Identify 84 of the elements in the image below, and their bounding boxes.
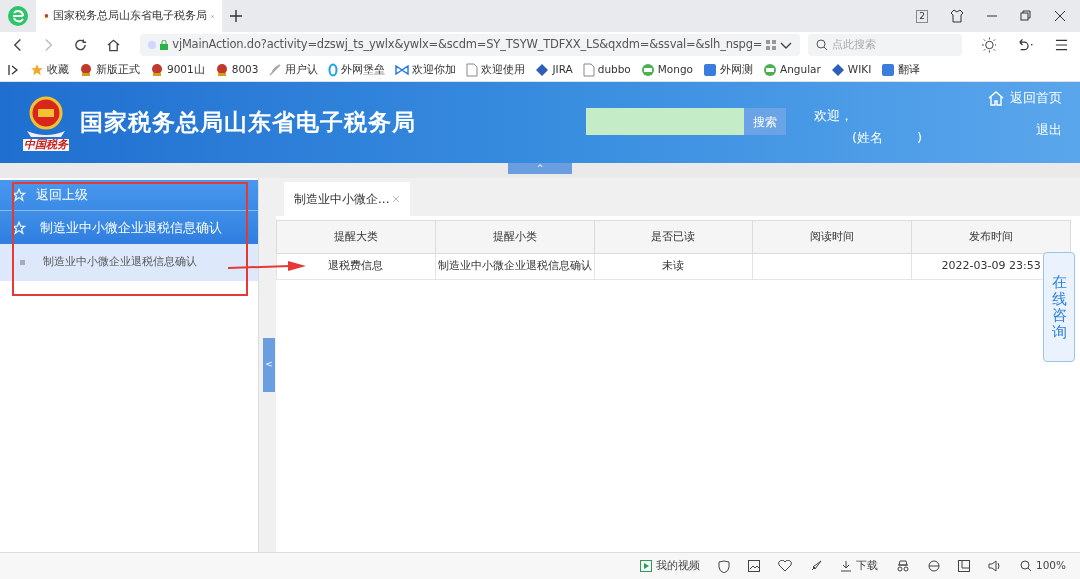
play-icon bbox=[639, 560, 652, 572]
table-cell: 制造业中小微企业退税信息确认 bbox=[437, 259, 592, 273]
bookmark-item[interactable]: Mongo bbox=[640, 61, 694, 78]
search-icon bbox=[1019, 560, 1032, 572]
zoom-button[interactable]: 100% bbox=[1019, 558, 1066, 574]
sidebar-item-label: 制造业中小微企业退税信息确认 bbox=[40, 218, 222, 237]
bookmark-item[interactable]: WIKI bbox=[830, 61, 872, 78]
content-tab[interactable]: 制造业中小微企... bbox=[284, 182, 411, 216]
search-icon bbox=[816, 39, 829, 51]
diamond-icon bbox=[535, 62, 550, 77]
column-header: 提醒小类 bbox=[435, 220, 595, 254]
heart-icon[interactable] bbox=[777, 560, 792, 572]
sidebar-item[interactable]: 制造业中小微企业退税信息确认 bbox=[0, 244, 258, 281]
star-icon bbox=[12, 220, 26, 235]
logo-caption: 中国税务 bbox=[23, 138, 69, 151]
bullet-icon bbox=[20, 260, 25, 265]
table-cell: 2022-03-09 23:53 bbox=[941, 259, 1041, 273]
star-icon bbox=[30, 62, 44, 77]
bowtie-icon bbox=[395, 62, 410, 77]
bookmark-item[interactable]: 新版正式 bbox=[79, 61, 140, 78]
reload-icon[interactable] bbox=[74, 38, 88, 52]
page-icon bbox=[466, 62, 479, 77]
diamond-icon bbox=[830, 62, 845, 77]
shirt-icon[interactable] bbox=[950, 9, 964, 23]
bookmark-item[interactable]: 9001山 bbox=[150, 61, 205, 78]
download-button[interactable]: 下载 bbox=[839, 558, 878, 574]
emblem-icon bbox=[79, 62, 93, 77]
column-header: 是否已读 bbox=[594, 220, 753, 254]
bookmark-item[interactable]: dubbo bbox=[582, 61, 631, 78]
qr-icon[interactable] bbox=[766, 40, 777, 50]
browser-icon[interactable] bbox=[927, 560, 940, 572]
speaker-icon[interactable] bbox=[987, 560, 1002, 572]
page-icon bbox=[582, 62, 595, 77]
feather-icon bbox=[268, 62, 283, 77]
column-header: 阅读时间 bbox=[752, 220, 912, 254]
browser-logo-icon bbox=[7, 5, 29, 27]
column-header: 提醒大类 bbox=[276, 220, 436, 254]
square-icon bbox=[881, 62, 896, 77]
bookmark-item[interactable]: 欢迎使用 bbox=[466, 61, 526, 78]
home-icon bbox=[988, 89, 1004, 106]
bookmark-item[interactable]: 用户认 bbox=[268, 61, 319, 78]
video-button[interactable]: 我的视频 bbox=[639, 558, 700, 574]
shield-icon[interactable] bbox=[717, 559, 730, 573]
sidebar-item[interactable]: 制造业中小微企业退税信息确认 bbox=[0, 211, 258, 244]
search-field[interactable] bbox=[586, 108, 744, 135]
welcome-text: 欢迎， bbox=[814, 107, 854, 125]
bookmark-item[interactable]: JIRA bbox=[535, 61, 573, 78]
bookmark-item[interactable]: 外网测 bbox=[703, 61, 754, 78]
incognito-icon[interactable] bbox=[895, 560, 910, 572]
emblem-icon bbox=[214, 62, 229, 77]
browser-tab[interactable]: 国家税务总局山东省电子税务局 bbox=[36, 0, 222, 32]
bookmark-item[interactable]: 欢迎你加 bbox=[395, 61, 457, 78]
address-field[interactable]: vjMainAction.do?activity=dzswj_ts_ywlx&ywlx=&scdm=SY_TSYW_TDFXX_LS&qxdm=&ssval=&slh_nspg= bbox=[140, 34, 801, 56]
rocket-icon[interactable] bbox=[809, 560, 822, 572]
home-icon[interactable] bbox=[107, 38, 121, 52]
ring-icon bbox=[328, 62, 339, 77]
restore-icon[interactable] bbox=[1020, 10, 1032, 22]
site-icon bbox=[148, 41, 157, 49]
brightness-icon[interactable] bbox=[981, 37, 997, 53]
star-icon bbox=[12, 188, 26, 202]
sidebar-item-label: 制造业中小微企业退税信息确认 bbox=[43, 254, 197, 271]
consult-button[interactable]: 在线咨询 bbox=[1043, 252, 1075, 362]
sidebar-item-label: 返回上级 bbox=[36, 186, 88, 205]
sidebar-toggle-icon[interactable] bbox=[8, 63, 20, 76]
bookmark-item[interactable]: 收藏 bbox=[30, 61, 69, 78]
bookmark-item[interactable]: 外网堡垒 bbox=[328, 61, 386, 78]
user-name-label: (姓名 bbox=[852, 128, 884, 147]
emblem-icon bbox=[150, 62, 164, 77]
menu-icon[interactable] bbox=[1055, 39, 1069, 51]
site-title: 国家税务总局山东省电子税务局 bbox=[80, 108, 416, 138]
chevron-down-icon[interactable] bbox=[780, 40, 793, 50]
window-icon[interactable] bbox=[957, 560, 970, 572]
download-icon bbox=[839, 560, 852, 572]
bookmark-item[interactable]: Angular bbox=[763, 61, 821, 78]
bookmark-item[interactable]: 8003 bbox=[214, 61, 259, 78]
bookmark-item[interactable]: 翻译 bbox=[881, 61, 921, 78]
table-cell: 退税费信息 bbox=[328, 259, 384, 273]
square-icon bbox=[703, 62, 718, 77]
image-icon[interactable] bbox=[747, 560, 760, 572]
lock-icon bbox=[160, 40, 169, 50]
user-name-suffix: ) bbox=[917, 128, 923, 147]
close-icon[interactable] bbox=[1054, 10, 1066, 22]
table-cell: 未读 bbox=[662, 259, 685, 273]
tab-count-button[interactable]: 2 bbox=[916, 9, 928, 23]
